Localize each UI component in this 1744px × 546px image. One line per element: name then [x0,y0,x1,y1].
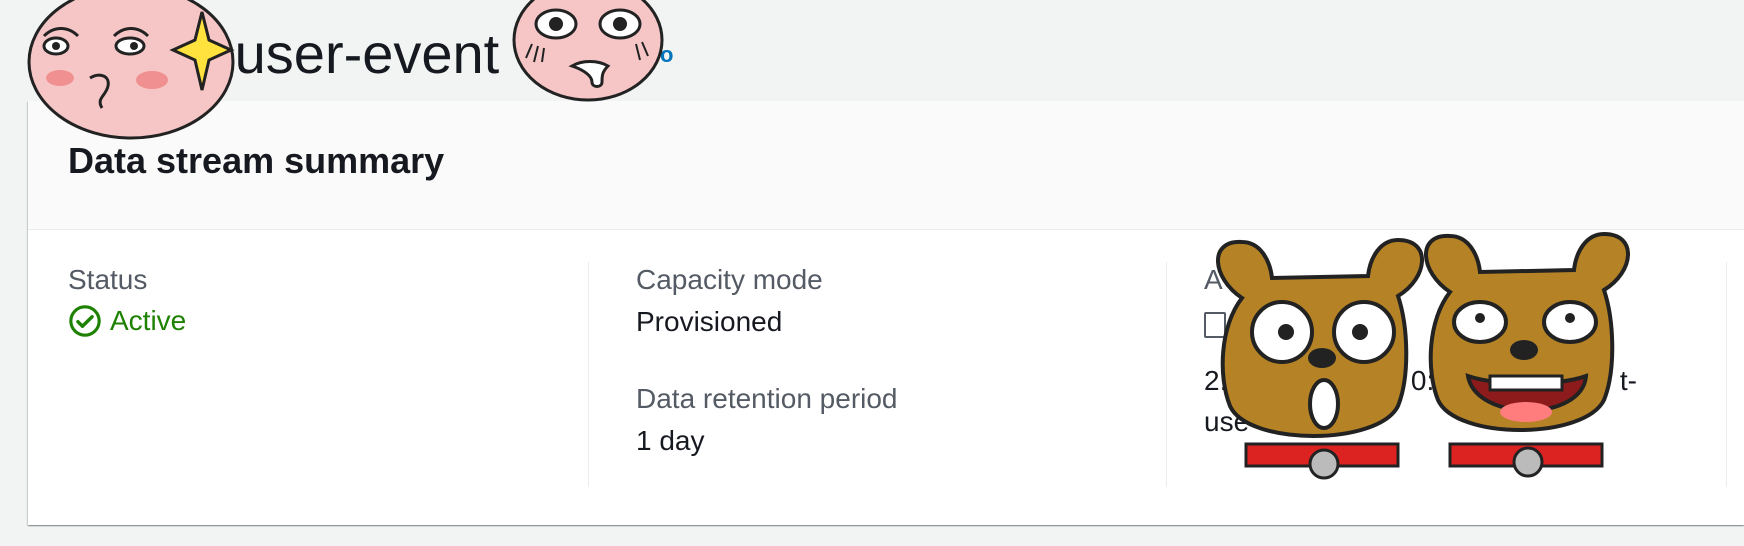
status-value: Active [110,305,187,337]
column-divider [1726,262,1727,487]
peach-sticker-right-icon [512,0,664,102]
retention-value: 1 day [636,425,705,457]
card-title: Data stream summary [68,140,445,181]
capacity-mode-label: Capacity mode [636,264,823,295]
dog-sticker-right-icon [1424,231,1630,478]
capacity-group: Capacity mode Provisioned [636,262,1166,341]
summary-column-status: Status Active [68,262,589,487]
retention-label: Data retention period [636,382,898,414]
page-title-text: -user-event [216,22,500,85]
peach-sticker-left-icon [27,0,235,140]
status-label: Status [68,264,148,295]
retention-group: Data retention period 1 day [636,381,1166,460]
status-group: Status Active [68,262,588,338]
card-header: Data stream summary [28,101,1744,230]
dog-sticker-left-icon [1216,237,1424,480]
capacity-mode-value: Provisioned [636,306,783,338]
summary-column-capacity: Capacity mode Provisioned Data retention… [636,262,1167,487]
check-circle-icon [69,305,101,338]
status-indicator: Active [68,304,588,338]
